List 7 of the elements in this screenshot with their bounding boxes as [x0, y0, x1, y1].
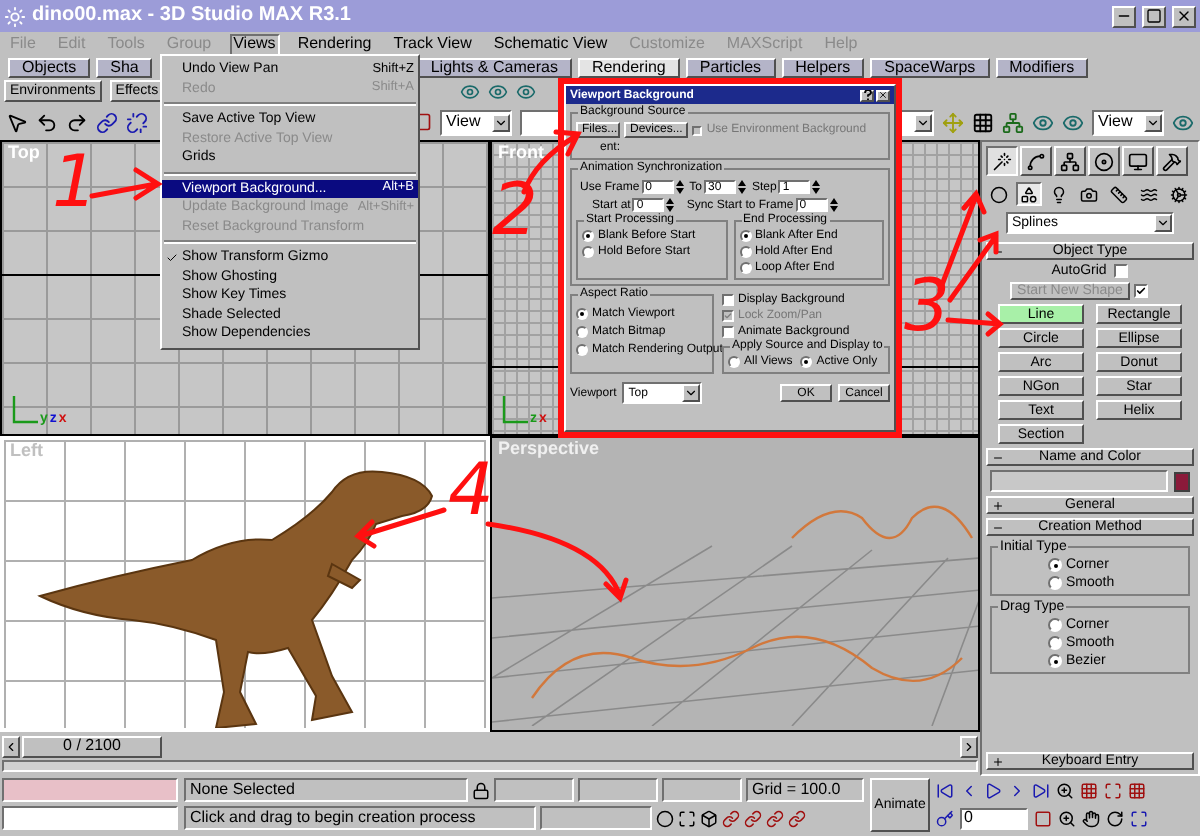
prompt-status: Click and drag to begin creation process [184, 806, 536, 830]
window-title: dino00.max - 3D Studio MAX R3.1 [32, 6, 353, 26]
annotation-number: 2 [492, 176, 538, 248]
annotation-number: 1 [52, 148, 98, 220]
grid-status: Grid = 100.0 [746, 778, 864, 802]
annotation-number: 4 [448, 456, 494, 528]
selection-status: None Selected [184, 778, 468, 802]
